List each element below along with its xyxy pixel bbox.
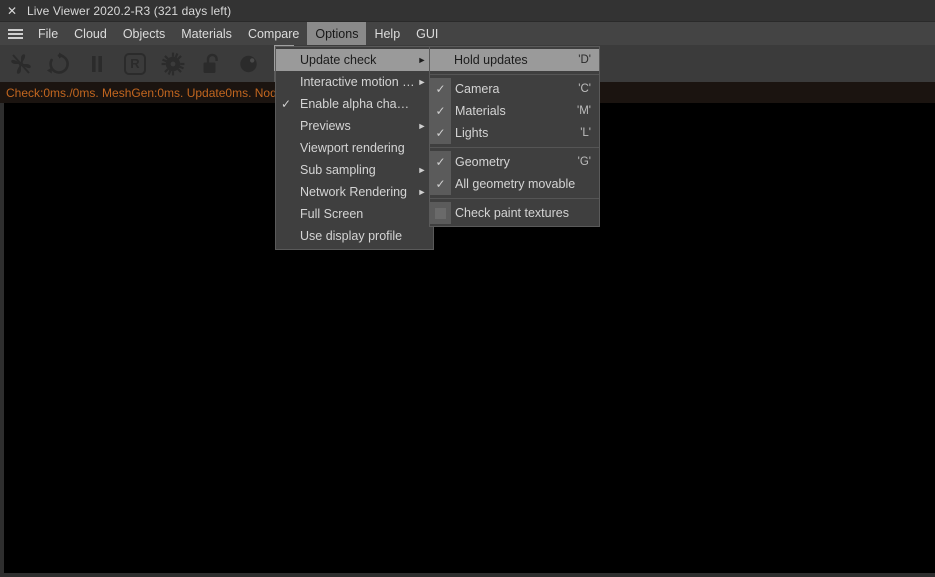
submenu-item-label: Hold updates	[454, 53, 528, 67]
submenu-item-shortcut: 'M'	[577, 105, 591, 117]
window-title: Live Viewer 2020.2-R3 (321 days left)	[27, 3, 232, 18]
submenu-item-materials[interactable]: ✓ Materials 'M'	[430, 100, 599, 122]
close-icon[interactable]: ✕	[0, 0, 24, 22]
menubar-item-gui[interactable]: GUI	[408, 22, 446, 45]
menu-item-label: Previews	[300, 119, 351, 133]
submenu-item-shortcut: 'C'	[578, 83, 591, 95]
menu-separator	[430, 74, 599, 75]
submenu-item-lights[interactable]: ✓ Lights 'L'	[430, 122, 599, 144]
submenu-item-geometry[interactable]: ✓ Geometry 'G'	[430, 151, 599, 173]
menu-check-slot	[276, 203, 296, 225]
menu-check-slot	[276, 159, 296, 181]
pause-icon[interactable]	[78, 45, 116, 82]
options-menu: Update check ► Interactive motion blur ►…	[275, 46, 434, 250]
menu-item-network-rendering[interactable]: Network Rendering ►	[276, 181, 433, 203]
checkmark-icon: ✓	[430, 122, 451, 144]
checkmark-icon: ✓	[430, 173, 451, 195]
live-viewer-window: ✕ Live Viewer 2020.2-R3 (321 days left) …	[0, 0, 935, 577]
gear-icon[interactable]	[154, 45, 192, 82]
submenu-item-label: Check paint textures	[455, 206, 569, 220]
menubar-item-cloud[interactable]: Cloud	[66, 22, 115, 45]
menubar-item-materials[interactable]: Materials	[173, 22, 240, 45]
menubar-item-file[interactable]: File	[30, 22, 66, 45]
menu-separator	[430, 147, 599, 148]
menubar-item-options[interactable]: Options	[307, 22, 367, 45]
submenu-item-shortcut: 'D'	[578, 54, 591, 66]
menu-item-label: Network Rendering	[300, 185, 407, 199]
refresh-circular-arrow-icon[interactable]	[40, 45, 78, 82]
checkmark-icon: ✓	[430, 151, 451, 173]
menu-item-use-display-profile[interactable]: Use display profile	[276, 225, 433, 247]
menu-item-enable-alpha-channel[interactable]: ✓ Enable alpha channel	[276, 93, 433, 115]
submenu-item-label: All geometry movable	[455, 177, 576, 191]
menu-item-interactive-motion-blur[interactable]: Interactive motion blur ►	[276, 71, 433, 93]
menu-check-slot	[276, 137, 296, 159]
menu-check-slot	[276, 71, 296, 93]
submenu-item-label: Lights	[455, 126, 489, 140]
region-render-r-icon[interactable]: R	[116, 45, 154, 82]
checkmark-icon: ✓	[430, 100, 451, 122]
checkmark-icon: ✓	[280, 97, 292, 111]
submenu-item-all-geometry-movable[interactable]: ✓ All geometry movable	[430, 173, 599, 195]
menu-item-sub-sampling[interactable]: Sub sampling ►	[276, 159, 433, 181]
submenu-item-label: Geometry	[455, 155, 510, 169]
menu-item-label: Viewport rendering	[300, 141, 405, 155]
menu-check-slot	[430, 49, 450, 71]
menu-check-slot	[276, 181, 296, 203]
menu-bar: File Cloud Objects Materials Compare Opt…	[0, 22, 935, 45]
menu-item-label: Use display profile	[300, 229, 403, 243]
unlocked-padlock-icon[interactable]	[192, 45, 230, 82]
menu-check-slot	[276, 225, 296, 247]
sphere-material-icon[interactable]	[230, 45, 268, 82]
status-text: Check:0ms./0ms. MeshGen:0ms. Update0ms. …	[6, 85, 300, 100]
menu-item-full-screen[interactable]: Full Screen	[276, 203, 433, 225]
hamburger-icon[interactable]	[0, 22, 30, 45]
region-render-r-label: R	[124, 52, 146, 75]
menu-item-viewport-rendering[interactable]: Viewport rendering	[276, 137, 433, 159]
menu-item-label: Full Screen	[300, 207, 364, 221]
menu-separator	[430, 198, 599, 199]
menu-check-slot	[276, 115, 296, 137]
submenu-item-label: Camera	[455, 82, 500, 96]
menu-item-previews[interactable]: Previews ►	[276, 115, 433, 137]
checkbox-unchecked-icon	[430, 202, 451, 224]
title-bar: ✕ Live Viewer 2020.2-R3 (321 days left)	[0, 0, 935, 22]
menu-check-slot	[276, 49, 296, 71]
menubar-item-objects[interactable]: Objects	[115, 22, 173, 45]
menubar-item-help[interactable]: Help	[366, 22, 408, 45]
menu-item-label: Interactive motion blur	[300, 75, 415, 89]
menu-item-label: Update check	[300, 53, 377, 67]
submenu-item-shortcut: 'L'	[580, 127, 591, 139]
submenu-item-check-paint-textures[interactable]: Check paint textures	[430, 202, 599, 224]
propeller-fan-icon[interactable]	[2, 45, 40, 82]
checkmark-icon: ✓	[430, 78, 451, 100]
submenu-item-label: Materials	[455, 104, 506, 118]
menu-item-update-check[interactable]: Update check ►	[276, 49, 433, 71]
menu-item-label: Sub sampling	[300, 163, 376, 177]
submenu-item-camera[interactable]: ✓ Camera 'C'	[430, 78, 599, 100]
update-check-submenu: Hold updates 'D' ✓ Camera 'C' ✓ Material…	[429, 46, 600, 227]
submenu-item-hold-updates[interactable]: Hold updates 'D'	[430, 49, 599, 71]
menubar-item-compare[interactable]: Compare	[240, 22, 307, 45]
submenu-item-shortcut: 'G'	[577, 156, 591, 168]
menu-item-label: Enable alpha channel	[300, 97, 415, 111]
